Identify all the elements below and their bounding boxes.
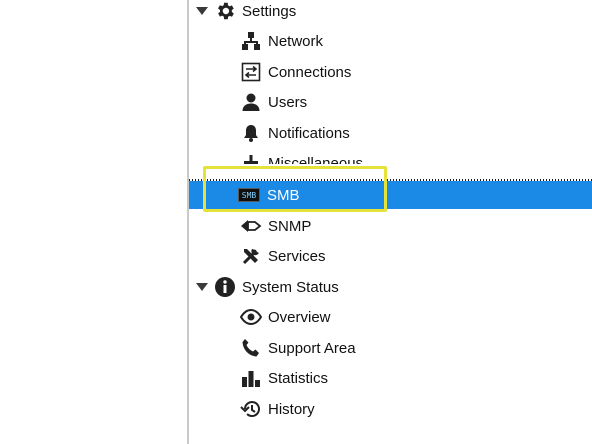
panel-divider	[187, 0, 189, 444]
tree-group-label: Settings	[242, 2, 297, 20]
nav-item-network[interactable]: Network	[240, 27, 323, 55]
callout-highlight-box	[203, 166, 387, 212]
nav-item-support-area[interactable]: Support Area	[240, 334, 356, 362]
snmp-icon	[240, 215, 262, 237]
tree-group-label: System Status	[242, 278, 339, 296]
nav-item-label: Overview	[268, 308, 331, 326]
nav-item-notifications[interactable]: Notifications	[240, 119, 350, 147]
nav-item-services[interactable]: Services	[240, 242, 326, 270]
tree-group-settings[interactable]: Settings	[214, 0, 296, 25]
nav-item-statistics[interactable]: Statistics	[240, 364, 328, 392]
system-status-expand-arrow[interactable]	[196, 283, 208, 291]
network-icon	[240, 30, 262, 52]
nav-item-snmp[interactable]: SNMP	[240, 212, 311, 240]
nav-item-label: Services	[268, 247, 326, 265]
nav-item-label: Notifications	[268, 124, 350, 142]
misc-icon	[240, 152, 262, 164]
tree-group-system-status[interactable]: System Status	[214, 273, 339, 301]
nav-item-history[interactable]: History	[240, 395, 315, 423]
connections-icon	[240, 61, 262, 83]
nav-item-label: Support Area	[268, 339, 356, 357]
nav-item-label: SNMP	[268, 217, 312, 235]
phone-icon	[240, 337, 262, 359]
gear-icon	[214, 0, 236, 22]
user-icon	[240, 91, 262, 113]
bar-chart-icon	[240, 367, 262, 389]
nav-item-label: Connections	[268, 63, 352, 81]
nav-item-connections[interactable]: Connections	[240, 58, 351, 86]
nav-item-miscellaneous[interactable]: Miscellaneous	[240, 150, 363, 164]
nav-item-overview[interactable]: Overview	[240, 303, 331, 331]
nav-item-label: Statistics	[268, 369, 329, 387]
nav-item-label: Miscellaneous	[268, 155, 364, 164]
eye-icon	[240, 306, 262, 328]
nav-item-label: Users	[268, 93, 308, 111]
settings-expand-arrow[interactable]	[196, 7, 208, 15]
history-icon	[240, 398, 262, 420]
nav-item-label: History	[268, 400, 315, 418]
info-icon	[214, 276, 236, 298]
nav-item-label: Network	[268, 32, 324, 50]
bell-icon	[240, 122, 262, 144]
tools-icon	[240, 245, 262, 267]
nav-item-users[interactable]: Users	[240, 88, 307, 116]
